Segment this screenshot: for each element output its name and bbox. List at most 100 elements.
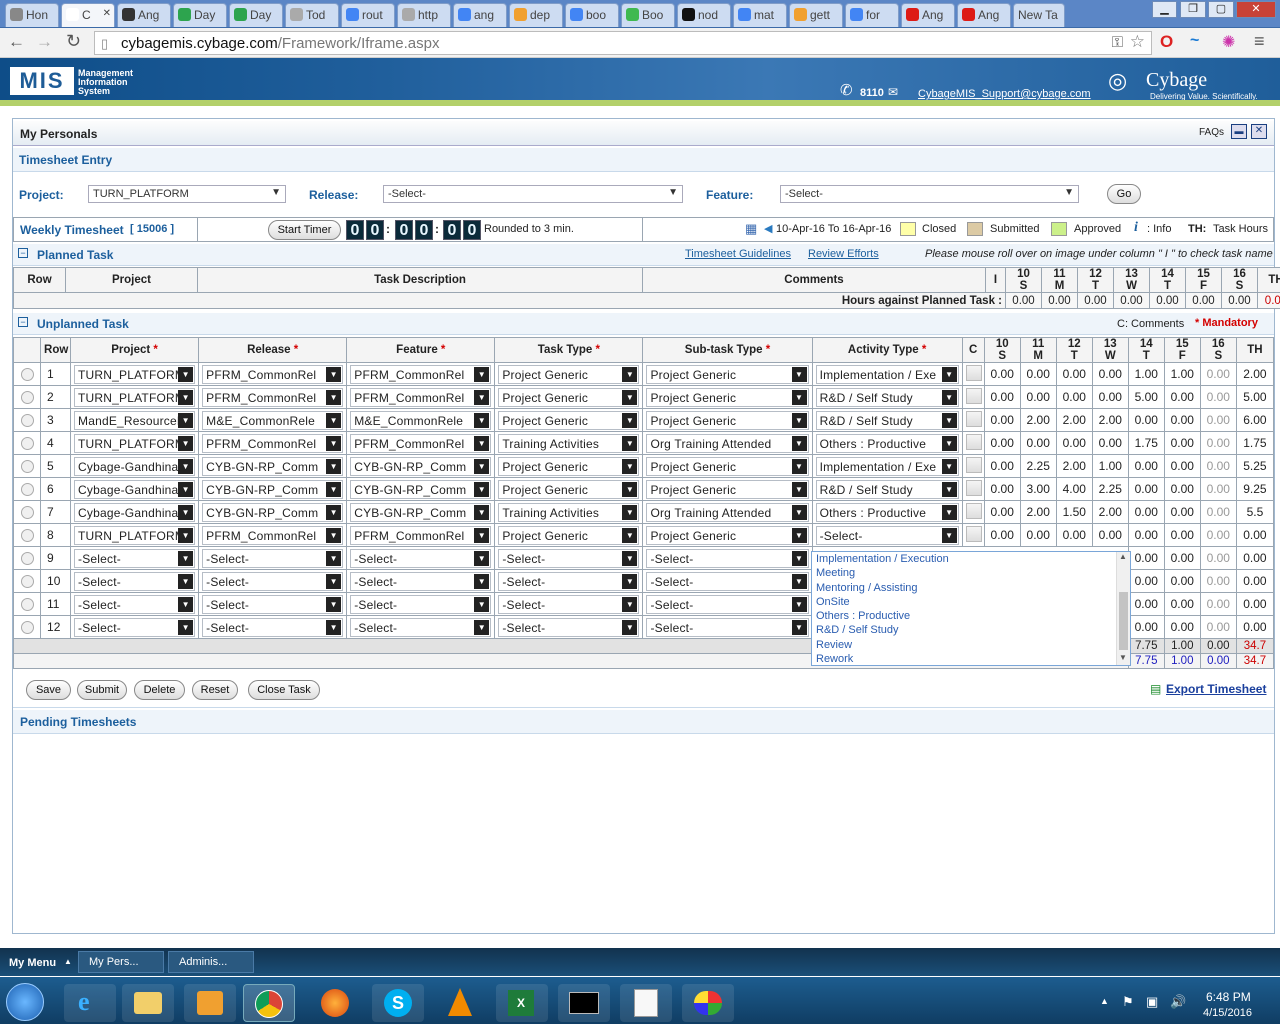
start-timer-button[interactable]: Start Timer — [268, 220, 341, 240]
explorer-icon[interactable] — [122, 984, 174, 1022]
excel-icon[interactable]: X — [496, 984, 548, 1022]
close-window-button[interactable]: ✕ — [1236, 1, 1276, 18]
hours-cell[interactable]: 0.00 — [1127, 569, 1165, 593]
hours-cell[interactable]: 0.00 — [1235, 615, 1275, 639]
hours-cell[interactable]: 0.00 — [1163, 385, 1201, 409]
row-radio[interactable] — [20, 598, 34, 612]
comment-icon[interactable] — [965, 456, 982, 473]
collapse-icon[interactable]: − — [18, 248, 28, 258]
network-icon[interactable]: ▣ — [1146, 994, 1158, 1010]
project-select[interactable]: Cybage-Gandhinag ▼ — [74, 502, 196, 522]
subtask-type-select[interactable]: -Select- ▼ — [646, 571, 809, 591]
restore-button[interactable]: ❐ — [1180, 1, 1206, 18]
project-select[interactable]: -Select- ▼ — [74, 617, 196, 637]
hours-cell[interactable]: 0.00 — [1127, 408, 1165, 432]
hours-cell[interactable]: 0.00 — [1199, 362, 1237, 386]
guidelines-link[interactable]: Timesheet Guidelines — [685, 248, 791, 260]
hours-cell[interactable]: 2.00 — [1055, 408, 1093, 432]
hours-cell[interactable]: 0.00 — [1163, 477, 1201, 501]
feature-select[interactable]: -Select- ▼ — [350, 594, 492, 614]
hours-cell[interactable]: 1.75 — [1127, 431, 1165, 455]
hours-cell[interactable]: 0.00 — [1055, 362, 1093, 386]
feature-select[interactable]: -Select- ▼ — [350, 571, 492, 591]
action-center-icon[interactable]: ⚑ — [1122, 994, 1134, 1010]
faqs-link[interactable]: FAQs — [1199, 127, 1224, 138]
start-button[interactable] — [6, 983, 44, 1021]
subtask-type-select[interactable]: -Select- ▼ — [646, 594, 809, 614]
browser-tab[interactable]: nod — [677, 3, 731, 27]
hours-cell[interactable]: 0.00 — [983, 500, 1021, 524]
delete-button[interactable]: Delete — [134, 680, 185, 700]
browser-tab[interactable]: Day — [229, 3, 283, 27]
activity-option[interactable]: Meeting — [812, 566, 1130, 580]
go-button[interactable]: Go — [1107, 184, 1141, 204]
row-radio[interactable] — [20, 575, 34, 589]
hours-cell[interactable]: 2.25 — [1019, 454, 1057, 478]
hours-cell[interactable]: 0.00 — [983, 454, 1021, 478]
row-radio[interactable] — [20, 529, 34, 543]
browser-tab[interactable]: New Ta — [1013, 3, 1065, 27]
hours-cell[interactable]: 0.00 — [1199, 546, 1237, 570]
hours-cell[interactable]: 0.00 — [983, 431, 1021, 455]
hours-cell[interactable]: 2.00 — [1019, 500, 1057, 524]
hours-cell[interactable]: 2.00 — [1235, 362, 1275, 386]
hours-cell[interactable]: 0.00 — [1091, 431, 1129, 455]
comment-icon[interactable] — [965, 410, 982, 427]
activity-type-select[interactable]: R&D / Self Study ▼ — [815, 410, 959, 430]
clock-date[interactable]: 4/15/2016 — [1203, 1007, 1252, 1019]
browser-tab[interactable]: Tod — [285, 3, 339, 27]
activity-option[interactable]: Rework — [812, 652, 1130, 665]
paint-icon[interactable] — [682, 984, 734, 1022]
browser-tab[interactable]: for — [845, 3, 899, 27]
activity-option[interactable]: Others : Productive — [812, 609, 1130, 623]
activity-option[interactable]: Mentoring / Assisting — [812, 581, 1130, 595]
task-type-select[interactable]: Project Generic ▼ — [498, 525, 640, 545]
activity-option[interactable]: R&D / Self Study — [812, 623, 1130, 637]
release-select[interactable]: PFRM_CommonRel ▼ — [202, 433, 344, 453]
feature-select[interactable]: PFRM_CommonRel ▼ — [350, 364, 492, 384]
browser-tab[interactable]: Boo — [621, 3, 675, 27]
hours-cell[interactable]: 0.00 — [1163, 523, 1201, 547]
release-select[interactable]: CYB-GN-RP_Comm ▼ — [202, 479, 344, 499]
hours-cell[interactable]: 0.00 — [983, 477, 1021, 501]
release-select[interactable]: PFRM_CommonRel ▼ — [202, 525, 344, 545]
hours-cell[interactable]: 2.00 — [1019, 408, 1057, 432]
task-type-select[interactable]: Project Generic ▼ — [498, 456, 640, 476]
row-radio[interactable] — [20, 460, 34, 474]
menu-icon[interactable]: ≡ — [1254, 31, 1265, 52]
activity-type-select[interactable]: Others : Productive ▼ — [815, 433, 959, 453]
hours-cell[interactable]: 0.00 — [1163, 592, 1201, 616]
hours-cell[interactable]: 0.00 — [1163, 615, 1201, 639]
chrome-icon[interactable] — [243, 984, 295, 1022]
browser-tab[interactable]: C ✕ — [61, 3, 115, 27]
hours-cell[interactable]: 5.00 — [1127, 385, 1165, 409]
activity-option[interactable]: Implementation / Execution — [812, 552, 1130, 566]
hours-cell[interactable]: 0.00 — [1199, 569, 1237, 593]
task-type-select[interactable]: Project Generic ▼ — [498, 410, 640, 430]
hours-cell[interactable]: 3.00 — [1019, 477, 1057, 501]
hours-cell[interactable]: 0.00 — [1019, 362, 1057, 386]
minimize-panel-icon[interactable]: ▬ — [1231, 124, 1247, 139]
dropdown-scrollbar[interactable]: ▲ ▼ — [1116, 552, 1130, 665]
hours-cell[interactable]: 0.00 — [1235, 523, 1275, 547]
cmd-icon[interactable] — [558, 984, 610, 1022]
comment-icon[interactable] — [965, 525, 982, 542]
close-task-button[interactable]: Close Task — [248, 680, 320, 700]
extension-icon[interactable]: ~ — [1190, 32, 1199, 50]
firefox-icon[interactable] — [310, 984, 362, 1022]
activity-type-select[interactable]: -Select- ▼ — [815, 525, 959, 545]
row-radio[interactable] — [20, 552, 34, 566]
volume-icon[interactable]: 🔊 — [1170, 994, 1186, 1010]
subtask-type-select[interactable]: Project Generic ▼ — [646, 456, 809, 476]
feature-select[interactable]: PFRM_CommonRel ▼ — [350, 387, 492, 407]
scrollbar-thumb[interactable] — [1119, 592, 1128, 650]
reload-icon[interactable]: ↻ — [66, 31, 81, 52]
browser-tab[interactable]: Ang — [901, 3, 955, 27]
hours-cell[interactable]: 0.00 — [1055, 431, 1093, 455]
project-select[interactable]: -Select- ▼ — [74, 594, 196, 614]
browser-tab[interactable]: Hon — [5, 3, 59, 27]
vlc-icon[interactable] — [434, 984, 486, 1022]
activity-type-select[interactable]: R&D / Self Study ▼ — [815, 387, 959, 407]
feature-select[interactable]: -Select- ▼ — [350, 548, 492, 568]
tray-expand-icon[interactable]: ▲ — [1100, 996, 1109, 1006]
